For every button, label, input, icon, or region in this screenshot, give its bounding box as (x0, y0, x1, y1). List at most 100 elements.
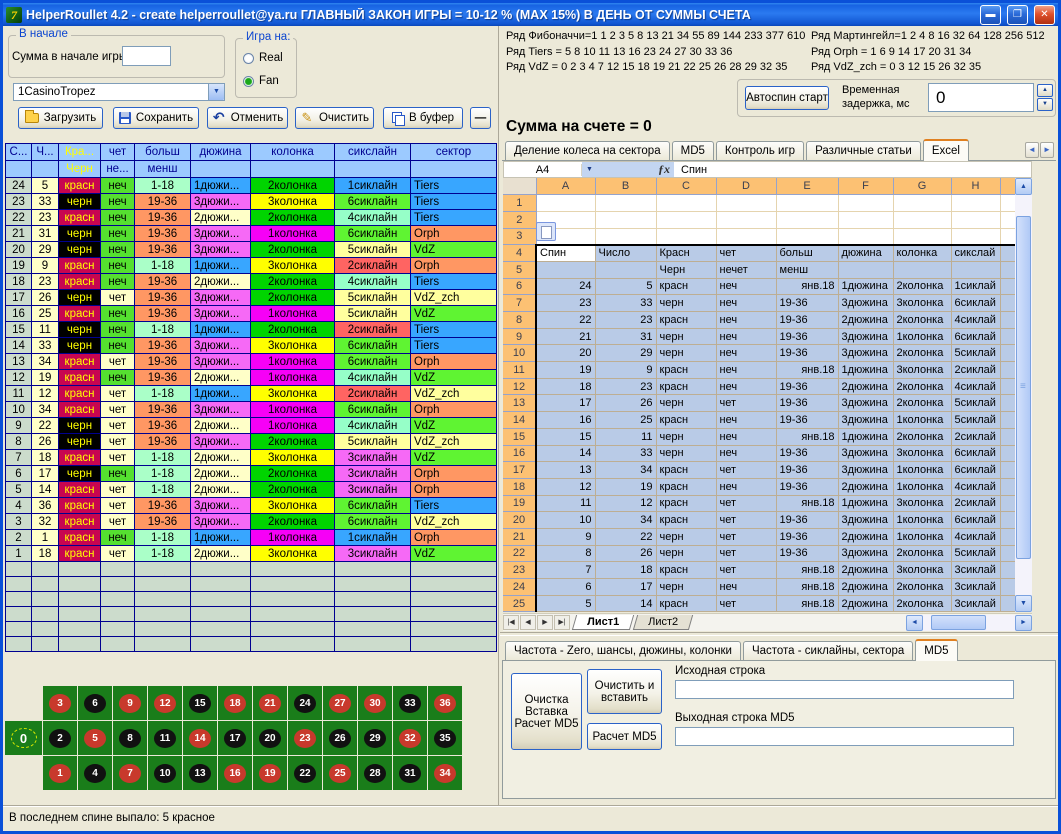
excel-row-header[interactable]: 23 (503, 562, 536, 579)
roulette-cell-24[interactable]: 24 (288, 686, 322, 720)
excel-cell[interactable]: 3колонка (893, 495, 951, 512)
excel-cell[interactable]: 1колонка (893, 328, 951, 345)
toolbar-button-Отменить[interactable]: ↶Отменить (207, 107, 288, 129)
excel-cell[interactable]: 3колонка (893, 445, 951, 462)
excel-cell[interactable]: чет (716, 462, 776, 479)
roulette-cell-13[interactable]: 13 (183, 756, 217, 790)
excel-cell[interactable]: красн (656, 312, 716, 329)
excel-cell[interactable]: 33 (595, 295, 656, 312)
excel-cell[interactable] (595, 211, 656, 228)
tab-scroll-left-icon[interactable]: ◄ (1025, 142, 1039, 158)
excel-cell[interactable]: 9 (536, 528, 595, 545)
sheet-next-icon[interactable]: ▶ (537, 615, 553, 630)
excel-cell[interactable]: 14 (595, 595, 656, 612)
excel-cell[interactable]: янв.18 (776, 278, 838, 295)
excel-cell[interactable]: красн (656, 278, 716, 295)
roulette-cell-0[interactable]: 0 (5, 721, 42, 755)
roulette-cell-3[interactable]: 3 (43, 686, 77, 720)
sheet-first-icon[interactable]: |◀ (503, 615, 519, 630)
excel-cell[interactable]: 3сиклай (951, 595, 1000, 612)
excel-cell[interactable]: черн (656, 445, 716, 462)
excel-column-header[interactable]: D (716, 178, 776, 195)
excel-cell[interactable]: красн (656, 412, 716, 429)
excel-cell[interactable]: 19-36 (776, 478, 838, 495)
excel-cell[interactable]: 6сиклай (951, 295, 1000, 312)
tab-bottom-MD5[interactable]: MD5 (915, 639, 957, 661)
tab-MD5[interactable]: MD5 (672, 141, 714, 160)
excel-cell[interactable]: янв.18 (776, 428, 838, 445)
excel-cell[interactable]: красн (656, 512, 716, 529)
md5-input-field[interactable] (675, 680, 1014, 699)
excel-row-header[interactable]: 5 (503, 261, 536, 278)
excel-cell[interactable]: неч (716, 478, 776, 495)
excel-cell[interactable]: 24 (536, 278, 595, 295)
excel-cell[interactable] (951, 261, 1000, 278)
excel-cell[interactable]: 23 (536, 295, 595, 312)
excel-vertical-scrollbar[interactable]: ▲ ▼ (1015, 178, 1032, 612)
excel-cell[interactable]: чет (716, 495, 776, 512)
roulette-cell-28[interactable]: 28 (358, 756, 392, 790)
excel-cell[interactable] (656, 211, 716, 228)
roulette-cell-29[interactable]: 29 (358, 721, 392, 755)
excel-row-header[interactable]: 7 (503, 295, 536, 312)
excel-cell[interactable]: 11 (595, 428, 656, 445)
excel-row-header[interactable]: 6 (503, 278, 536, 295)
sheet-last-icon[interactable]: ▶| (554, 615, 570, 630)
sheet-prev-icon[interactable]: ◀ (520, 615, 536, 630)
excel-cell[interactable]: черн (656, 395, 716, 412)
excel-cell[interactable]: 2колонка (893, 278, 951, 295)
excel-cell[interactable]: 13 (536, 462, 595, 479)
scroll-left-icon[interactable]: ◄ (906, 615, 923, 631)
excel-cell[interactable]: Черн (656, 261, 716, 278)
excel-cell[interactable] (951, 211, 1000, 228)
roulette-cell-4[interactable]: 4 (78, 756, 112, 790)
excel-cell[interactable]: 6сиклай (951, 462, 1000, 479)
excel-cell[interactable] (1000, 428, 1015, 445)
autospin-start-button[interactable]: Автоспин старт (745, 86, 829, 110)
excel-cell[interactable]: 19-36 (776, 445, 838, 462)
excel-cell[interactable]: 5 (595, 278, 656, 295)
excel-cell[interactable]: больш (776, 245, 838, 262)
roulette-cell-35[interactable]: 35 (428, 721, 462, 755)
excel-cell[interactable]: 18 (536, 378, 595, 395)
excel-cell[interactable]: 1колонка (893, 412, 951, 429)
roulette-cell-25[interactable]: 25 (323, 756, 357, 790)
excel-cell[interactable]: 19-36 (776, 312, 838, 329)
excel-cell[interactable]: 1колонка (893, 512, 951, 529)
excel-cell[interactable]: 6 (536, 579, 595, 596)
excel-cell[interactable]: красн (656, 478, 716, 495)
excel-cell[interactable] (716, 211, 776, 228)
excel-cell[interactable]: красн (656, 362, 716, 379)
excel-cell[interactable]: красн (656, 378, 716, 395)
roulette-cell-7[interactable]: 7 (113, 756, 147, 790)
excel-cell[interactable]: 17 (595, 579, 656, 596)
excel-cell[interactable]: 4сиклай (951, 528, 1000, 545)
tab-bottom-Частота - сиклайны, сектора[interactable]: Частота - сиклайны, сектора (743, 641, 913, 660)
excel-cell[interactable] (838, 228, 893, 245)
excel-cell[interactable]: черн (656, 528, 716, 545)
excel-column-header[interactable]: B (595, 178, 656, 195)
excel-cell[interactable]: чет (716, 545, 776, 562)
excel-cell[interactable]: 19-36 (776, 295, 838, 312)
excel-cell[interactable] (1000, 261, 1015, 278)
excel-cell[interactable]: 19-36 (776, 395, 838, 412)
excel-cell[interactable]: 19-36 (776, 545, 838, 562)
md5-clear-and-paste-button[interactable]: Очистить и вставить (587, 669, 662, 714)
excel-cell[interactable] (1000, 512, 1015, 529)
excel-cell[interactable]: красн (656, 562, 716, 579)
sheet-tab-Лист1[interactable]: Лист1 (572, 615, 634, 630)
excel-cell[interactable] (595, 195, 656, 212)
excel-cell[interactable] (1000, 412, 1015, 429)
excel-cell[interactable]: чет (716, 512, 776, 529)
horizontal-scroll-thumb[interactable] (931, 615, 986, 630)
excel-cell[interactable]: красн (656, 462, 716, 479)
excel-cell[interactable] (776, 228, 838, 245)
excel-row-header[interactable]: 18 (503, 478, 536, 495)
excel-cell[interactable]: Спин (536, 245, 595, 262)
close-button-icon[interactable]: ✕ (1034, 5, 1055, 25)
maximize-button-icon[interactable]: ❐ (1007, 5, 1028, 25)
excel-column-header[interactable]: C (656, 178, 716, 195)
excel-cell[interactable]: 19-36 (776, 528, 838, 545)
excel-cell[interactable]: 2дюжина (838, 478, 893, 495)
excel-cell[interactable]: 1дюжина (838, 278, 893, 295)
